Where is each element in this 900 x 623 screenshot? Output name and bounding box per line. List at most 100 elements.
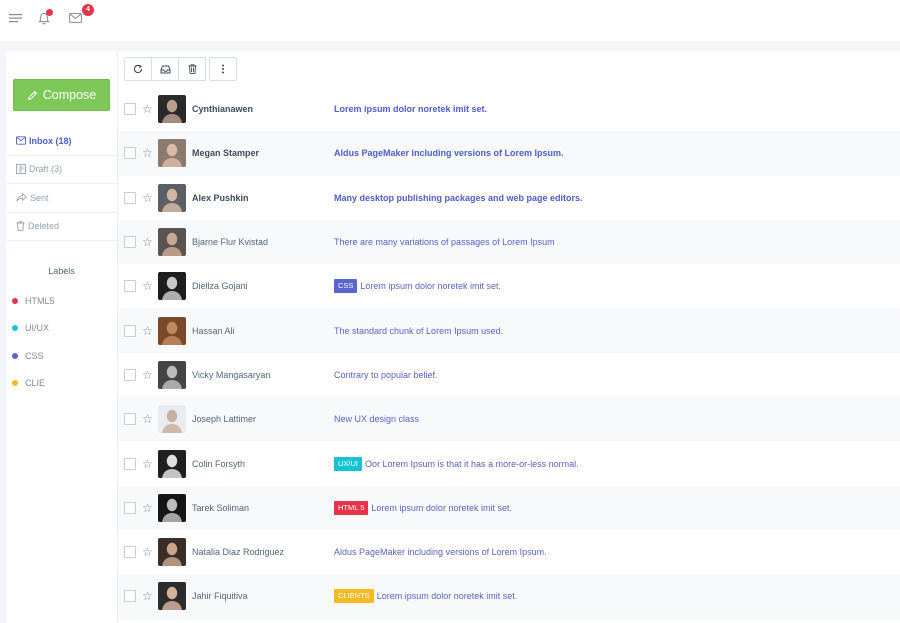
notifications-button[interactable] [33,8,55,28]
email-sender[interactable]: Diellza Gojani [192,281,248,291]
label-dot [12,380,18,387]
more-vertical-icon [222,64,224,74]
star-icon[interactable]: ☆ [142,502,153,514]
mail-toolbar [124,57,237,81]
label-dot [12,352,18,359]
archive-button[interactable] [151,57,179,81]
email-subject[interactable]: CLIENTS Lorem ipsum dolor noretek imit se… [334,589,518,604]
notification-dot [46,9,53,16]
row-checkbox[interactable] [124,191,136,204]
email-subject[interactable]: Lorem ipsum dolor noretek imit set. [334,104,487,114]
messages-button[interactable]: 4 [64,4,94,28]
email-sender[interactable]: Tarek Soliman [192,503,249,513]
row-checkbox[interactable] [124,324,136,337]
draft-icon [16,164,26,175]
email-subject[interactable]: CSS Lorem ipsum dolor noretek imit set. [334,279,501,294]
star-icon[interactable]: ☆ [142,192,153,204]
folder-draft[interactable]: Draft (3) [6,156,117,184]
email-sender[interactable]: Alex Pushkin [192,193,249,203]
folder-label: Draft (3) [29,164,63,175]
email-sender[interactable]: Hassan Ali [192,326,235,336]
row-checkbox[interactable] [124,501,136,514]
email-subject[interactable]: New UX design class [334,414,419,424]
email-sender[interactable]: Bjarne Flur Kvistad [192,237,268,247]
email-row[interactable]: ☆ Tarek Soliman HTML 5 Lorem ipsum dolor no… [118,485,900,530]
label-clie[interactable]: CLIE [12,370,55,398]
row-checkbox[interactable] [124,457,136,470]
mail-count-badge: 4 [82,4,94,16]
email-row[interactable]: ☆ Jahir Fiquitiva CLIENTS Lorem ipsum dolor… [118,574,900,619]
avatar [158,405,186,434]
email-row[interactable]: ☆ Cynthianawen Lorem ipsum dolor noretek i… [118,87,900,131]
folder-sent[interactable]: Sent [6,184,117,213]
sent-icon [16,193,27,202]
email-subject-text: Lorem ipsum dolor noretek imit set. [376,591,518,602]
delete-button[interactable] [178,57,206,81]
row-checkbox[interactable] [124,236,136,249]
star-icon[interactable]: ☆ [142,413,153,425]
email-row[interactable]: ☆ Colin Forsyth UX/UI Oor Lorem Ipsum is th… [118,441,900,485]
mail-icon [68,13,82,23]
email-subject-text: Oor Lorem Ipsum is that it has a more-or… [365,458,579,469]
star-icon[interactable]: ☆ [142,546,153,558]
star-icon[interactable]: ☆ [142,590,153,602]
label-css[interactable]: CSS [12,342,55,370]
email-row[interactable]: ☆ Diellza Gojani CSS Lorem ipsum dolor nore… [118,264,900,308]
star-icon[interactable]: ☆ [142,147,153,159]
email-subject-text: There are many variations of passages of… [334,237,555,248]
email-sender[interactable]: Natalia Diaz Rodriguez [192,547,284,557]
label-dot [12,325,18,332]
star-icon[interactable]: ☆ [142,280,153,292]
email-row[interactable]: ☆ Bjarne Flur Kvistad There are many varia… [118,219,900,265]
email-subject[interactable]: Aldus PageMaker including versions of Lo… [334,547,547,557]
archive-icon [160,65,170,73]
label-html5[interactable]: HTML5 [12,287,55,315]
email-subject-text: Lorem ipsum dolor noretek imit set. [360,281,501,292]
email-sender[interactable]: Jahir Fiquitiva [192,591,248,601]
email-row[interactable]: ☆ Vicky Mangasaryan Contrary to popular be… [118,353,900,397]
email-sender[interactable]: Cynthianawen [192,104,253,114]
email-subject[interactable]: HTML 5 Lorem ipsum dolor noretek imit set… [334,500,512,515]
star-icon[interactable]: ☆ [142,325,153,337]
email-row[interactable]: ☆ Megan Stamper Aldus PageMaker including … [118,131,900,176]
star-icon[interactable]: ☆ [142,103,153,115]
row-checkbox[interactable] [124,103,136,116]
email-sender[interactable]: Vicky Mangasaryan [192,370,270,380]
email-sender[interactable]: Joseph Lattimer [192,414,256,424]
email-row[interactable]: ☆ Hassan Ali The standard chunk of Lorem I… [118,308,900,353]
email-tag: CSS [334,279,358,294]
email-subject[interactable]: There are many variations of passages of… [334,237,555,247]
folder-inbox[interactable]: Inbox (18) [6,127,117,156]
email-row[interactable]: ☆ Natalia Diaz Rodriguez Aldus PageMaker i… [118,530,900,574]
more-options-button[interactable] [209,57,237,81]
email-subject[interactable]: UX/UI Oor Lorem Ipsum is that it has a mo… [334,456,579,471]
email-tag: UX/UI [334,456,363,471]
row-checkbox[interactable] [124,413,136,426]
email-sender[interactable]: Colin Forsyth [192,459,245,469]
folder-deleted[interactable]: Deleted [6,213,117,241]
star-icon[interactable]: ☆ [142,458,153,470]
email-subject-text: New UX design class [334,414,420,425]
refresh-button[interactable] [124,57,152,81]
email-subject[interactable]: The standard chunk of Lorem Ipsum used. [334,326,503,336]
mail-panel: Compose Inbox (18) Draft (3) Sent Delete… [6,51,900,623]
compose-button[interactable]: Compose [13,79,110,111]
avatar [158,316,186,345]
email-sender[interactable]: Megan Stamper [192,148,259,158]
row-checkbox[interactable] [124,280,136,293]
email-row[interactable]: ☆ Joseph Lattimer New UX design class [118,397,900,442]
row-checkbox[interactable] [124,590,136,603]
star-icon[interactable]: ☆ [142,236,153,248]
row-checkbox[interactable] [124,147,136,160]
email-subject[interactable]: Contrary to popular belief. [334,370,438,380]
inbox-icon [16,136,26,145]
label-uiux[interactable]: UI/UX [12,315,55,343]
email-subject[interactable]: Many desktop publishing packages and web… [334,193,583,203]
email-subject[interactable]: Aldus PageMaker including versions of Lo… [334,148,564,158]
row-checkbox[interactable] [124,368,136,381]
star-icon[interactable]: ☆ [142,369,153,381]
menu-icon[interactable] [4,8,26,28]
email-row[interactable]: ☆ Alex Pushkin Many desktop publishing pac… [118,176,900,220]
label-text: CSS [25,350,44,361]
row-checkbox[interactable] [124,546,136,559]
